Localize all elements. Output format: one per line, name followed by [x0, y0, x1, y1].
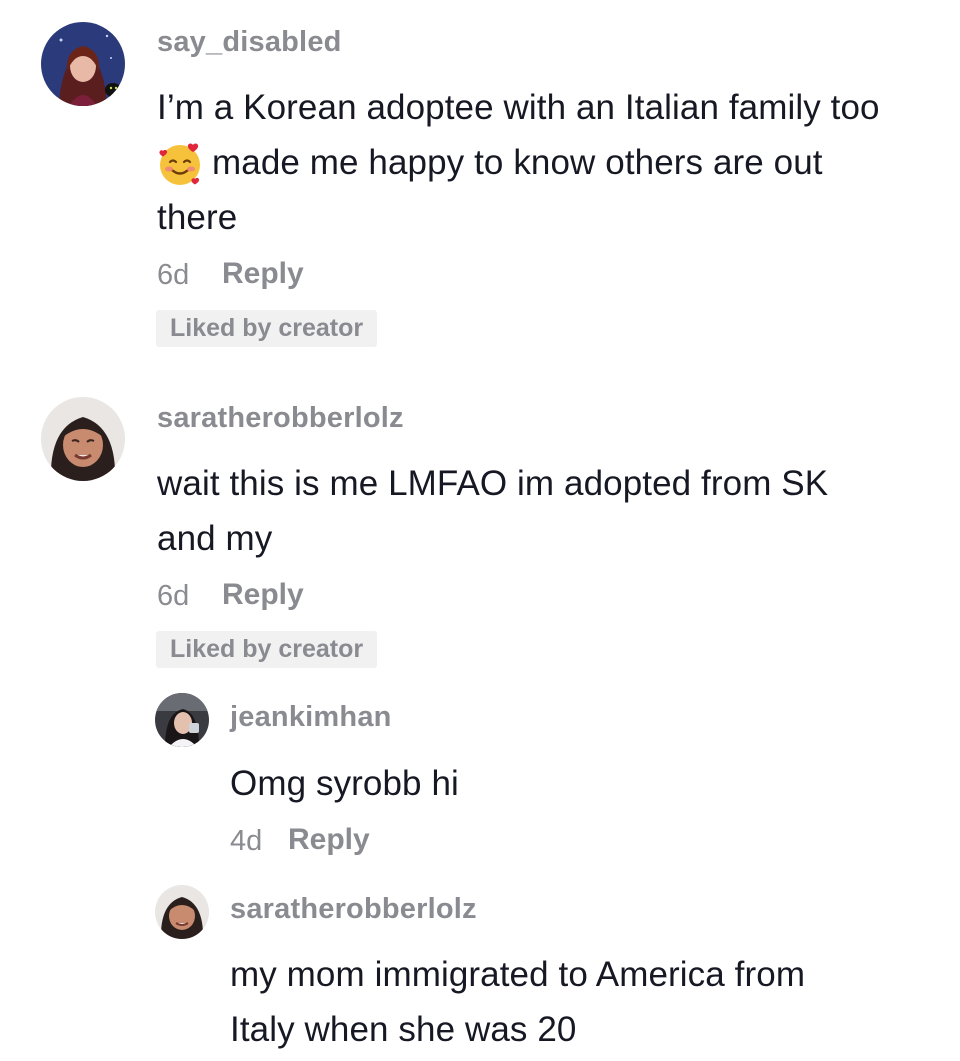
reply-username[interactable]: saratherobberlolz — [230, 893, 477, 926]
avatar[interactable] — [155, 885, 209, 939]
avatar[interactable] — [41, 397, 125, 481]
comment-text-line: and my — [157, 519, 273, 558]
comment-text-line: wait this is me LMFAO im adopted from SK — [157, 464, 829, 503]
reply-text-line: Italy when she was 20 — [230, 1010, 577, 1049]
reply-text-line: my mom immigrated to America from — [230, 955, 806, 994]
reply-button[interactable]: Reply — [288, 823, 370, 857]
comment-username[interactable]: saratherobberlolz — [157, 402, 404, 435]
comment-text-line: there — [157, 198, 238, 237]
comment-username[interactable]: say_disabled — [157, 26, 342, 59]
reply-timestamp: 4d — [230, 825, 263, 857]
liked-by-creator-badge: Liked by creator — [156, 310, 378, 347]
reply-text-line: Omg syrobb hi — [230, 764, 459, 803]
comment-text-line: I’m a Korean adoptee with an Italian fam… — [157, 88, 880, 127]
smiling-face-with-hearts-icon — [157, 141, 203, 187]
reply-button[interactable]: Reply — [222, 578, 304, 612]
reply-username[interactable]: jeankimhan — [230, 701, 392, 734]
comment-timestamp: 6d — [157, 259, 190, 291]
comment-text-line: made me happy to know others are out — [212, 143, 823, 182]
liked-by-creator-badge: Liked by creator — [156, 631, 378, 668]
comment-timestamp: 6d — [157, 580, 190, 612]
avatar[interactable] — [41, 22, 125, 106]
avatar[interactable] — [155, 693, 209, 747]
reply-button[interactable]: Reply — [222, 257, 304, 291]
